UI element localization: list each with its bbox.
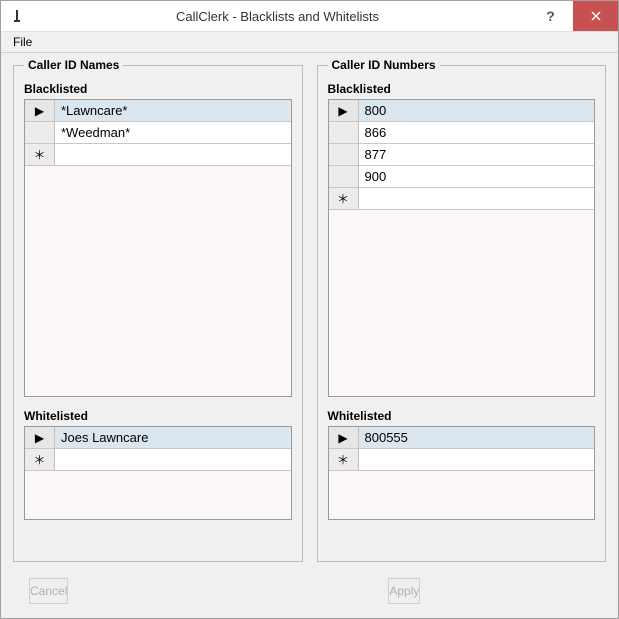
- table-row[interactable]: ▶ 800: [329, 100, 595, 122]
- window-title: CallClerk - Blacklists and Whitelists: [27, 9, 528, 24]
- cell-value[interactable]: 866: [359, 122, 595, 143]
- client-area: Caller ID Names Blacklisted ▶ *Lawncare*…: [1, 53, 618, 570]
- row-indicator-new-icon: ＊: [329, 449, 359, 470]
- row-indicator-new-icon: ＊: [329, 188, 359, 209]
- cell-value[interactable]: Joes Lawncare: [55, 427, 291, 448]
- cell-value[interactable]: 900: [359, 166, 595, 187]
- cell-value[interactable]: [359, 188, 595, 209]
- table-row-new[interactable]: ＊: [329, 449, 595, 471]
- app-icon: [7, 6, 27, 26]
- table-row[interactable]: ▶ 800555: [329, 427, 595, 449]
- group-legend-names: Caller ID Names: [24, 58, 123, 72]
- apply-button[interactable]: Apply: [388, 578, 420, 604]
- cell-value[interactable]: [359, 449, 595, 470]
- row-indicator: [329, 122, 359, 143]
- row-indicator-new-icon: ＊: [25, 449, 55, 470]
- row-indicator: [329, 144, 359, 165]
- cell-value[interactable]: *Weedman*: [55, 122, 291, 143]
- grid-numbers-whitelist[interactable]: ▶ 800555 ＊: [328, 426, 596, 520]
- menubar: File: [1, 31, 618, 53]
- help-button[interactable]: ?: [528, 1, 573, 31]
- cell-value[interactable]: 800555: [359, 427, 595, 448]
- table-row[interactable]: 877: [329, 144, 595, 166]
- cell-value[interactable]: 877: [359, 144, 595, 165]
- button-bar: Cancel Apply OK: [1, 570, 618, 618]
- table-row[interactable]: 866: [329, 122, 595, 144]
- label-numbers-whitelisted: Whitelisted: [328, 409, 596, 423]
- grid-names-blacklist[interactable]: ▶ *Lawncare* *Weedman* ＊: [24, 99, 292, 397]
- row-indicator-current-icon: ▶: [329, 427, 359, 448]
- row-indicator-current-icon: ▶: [329, 100, 359, 121]
- cell-value[interactable]: [55, 449, 291, 470]
- grid-names-whitelist[interactable]: ▶ Joes Lawncare ＊: [24, 426, 292, 520]
- cell-value[interactable]: *Lawncare*: [55, 100, 291, 121]
- label-names-whitelisted: Whitelisted: [24, 409, 292, 423]
- close-button[interactable]: [573, 1, 618, 31]
- group-caller-id-names: Caller ID Names Blacklisted ▶ *Lawncare*…: [13, 65, 303, 562]
- label-numbers-blacklisted: Blacklisted: [328, 82, 596, 96]
- cancel-button[interactable]: Cancel: [29, 578, 68, 604]
- table-row[interactable]: 900: [329, 166, 595, 188]
- table-row-new[interactable]: ＊: [25, 144, 291, 166]
- group-legend-numbers: Caller ID Numbers: [328, 58, 440, 72]
- menu-file[interactable]: File: [5, 33, 40, 51]
- table-row-new[interactable]: ＊: [329, 188, 595, 210]
- table-row[interactable]: *Weedman*: [25, 122, 291, 144]
- row-indicator: [25, 122, 55, 143]
- table-row-new[interactable]: ＊: [25, 449, 291, 471]
- cell-value[interactable]: 800: [359, 100, 595, 121]
- row-indicator-current-icon: ▶: [25, 100, 55, 121]
- row-indicator-current-icon: ▶: [25, 427, 55, 448]
- label-names-blacklisted: Blacklisted: [24, 82, 292, 96]
- row-indicator: [329, 166, 359, 187]
- table-row[interactable]: ▶ *Lawncare*: [25, 100, 291, 122]
- table-row[interactable]: ▶ Joes Lawncare: [25, 427, 291, 449]
- window-controls: ?: [528, 1, 618, 31]
- titlebar: CallClerk - Blacklists and Whitelists ?: [1, 1, 618, 31]
- group-caller-id-numbers: Caller ID Numbers Blacklisted ▶ 800 866 …: [317, 65, 607, 562]
- grid-numbers-blacklist[interactable]: ▶ 800 866 877 900 ＊: [328, 99, 596, 397]
- row-indicator-new-icon: ＊: [25, 144, 55, 165]
- cell-value[interactable]: [55, 144, 291, 165]
- dialog-window: CallClerk - Blacklists and Whitelists ? …: [0, 0, 619, 619]
